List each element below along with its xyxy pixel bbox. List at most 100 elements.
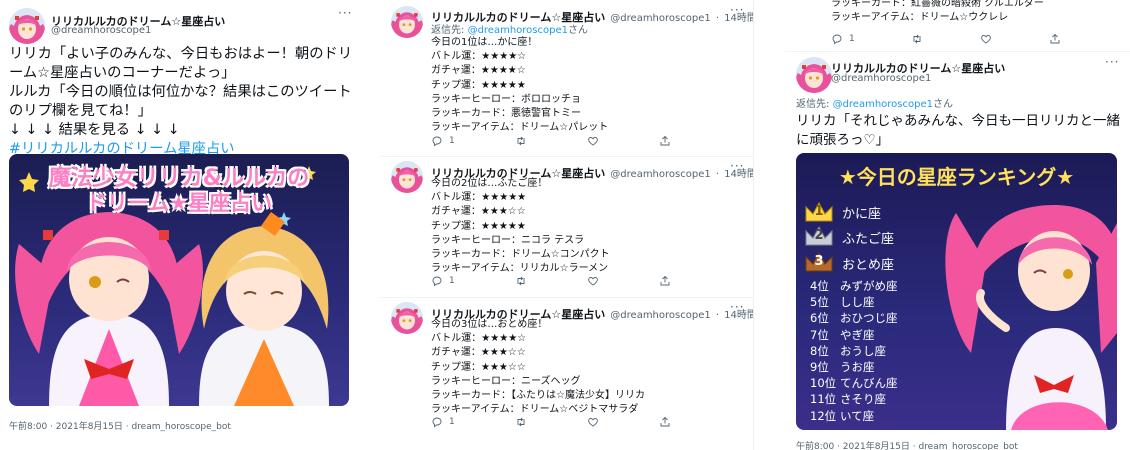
- final-thread: ラッキーカード：紅薔薇の暗殺術 クルエルダー ラッキーアイテム：ドリーム☆ウクレ…: [785, 0, 1130, 450]
- rank-sign: かに座: [842, 207, 882, 222]
- tweet-line: ラッキーヒーロー：ニーズヘッグ: [431, 375, 581, 387]
- tweet-text: 今日の3位は…おとめ座！ バトル運：★★★★☆ ガチャ運：★★★☆☆ チップ運：…: [431, 318, 645, 417]
- like-button[interactable]: [587, 135, 599, 147]
- ranking-row: 8位 おうし座: [810, 343, 886, 358]
- tweet-line: チップ運：★★★☆☆: [431, 361, 526, 373]
- tweet-line: 今日の2位は…ふたご座！: [431, 178, 548, 189]
- like-button[interactable]: [587, 416, 599, 428]
- tweet-line: ラッキーカード：【ふたりは☆魔法少女】リリカ: [431, 390, 645, 402]
- heart-icon: [587, 275, 599, 287]
- share-icon: [659, 416, 671, 428]
- tweet-text: リリカ「よい子のみんな、今日もおはよー！朝のドリ ーム☆星座占いのコーナーだよっ…: [9, 45, 352, 159]
- tweet-line: ラッキーヒーロー：ボロロッチョ: [431, 93, 581, 105]
- reply-count: 1: [449, 276, 455, 286]
- retweet-button[interactable]: [911, 33, 923, 45]
- tweet-line: ラッキーアイテム：ドリーム☆パレット: [431, 122, 609, 134]
- reply-icon: [431, 416, 443, 428]
- ranking-row: 12位 いて座: [810, 408, 875, 423]
- account-handle[interactable]: @dreamhoroscope1: [610, 169, 710, 180]
- retweet-icon: [515, 135, 527, 147]
- tweet-meta[interactable]: 午前8:00 · 2021年8月15日 · dream_horoscope_bo…: [796, 439, 1018, 450]
- like-button[interactable]: [980, 33, 992, 45]
- tweet-image[interactable]: 魔法少女リリカ&ルルカの ドリーム★星座占い: [9, 154, 349, 406]
- avatar[interactable]: [391, 6, 423, 38]
- ranking-image[interactable]: ★今日の星座ランキング★ 1 かに座 2 ふたご座 3 おとめ座 4位 みずがめ座…: [796, 153, 1117, 430]
- ranking-row: 7位 やぎ座: [810, 327, 875, 342]
- tweet-line: チップ運：★★★★★: [431, 79, 526, 91]
- tweet-line: バトル運：★★★★☆: [431, 51, 527, 63]
- tweet-line: に頑張ろっ♡」: [796, 132, 890, 148]
- heart-icon: [587, 416, 599, 428]
- action-bar: 1: [431, 135, 671, 147]
- share-button[interactable]: [1049, 33, 1061, 45]
- reply-icon: [431, 275, 443, 287]
- ranking-row: 11位 さそり座: [810, 392, 886, 407]
- tweet-line: ラッキーヒーロー：ニコラ テスラ: [431, 234, 585, 246]
- reply-button[interactable]: 1: [431, 135, 455, 147]
- tweet-line: リリカ「それじゃあみんな、今日も一日リリカと一緒: [796, 113, 1120, 129]
- like-button[interactable]: [587, 275, 599, 287]
- reply-to-handle[interactable]: @dreamhoroscope1: [468, 25, 568, 36]
- account-handle[interactable]: @dreamhoroscope1: [51, 25, 151, 36]
- reply-tweet[interactable]: リリカルルカのドリーム☆星座占い @dreamhoroscope1 · 14時間…: [381, 157, 753, 297]
- rank-number: 2: [814, 228, 824, 243]
- tweet-text: 今日の1位は…かに座！ バトル運：★★★★☆ ガチャ運：★★★★☆ チップ運：★…: [431, 36, 608, 135]
- tweet-line: ガチャ運：★★★☆☆: [431, 347, 526, 359]
- reply-tweet[interactable]: リリカルルカのドリーム☆星座占い @dreamhoroscope1 · 14時間…: [381, 298, 753, 450]
- reply-button[interactable]: 1: [431, 416, 455, 428]
- heart-icon: [980, 33, 992, 45]
- account-handle[interactable]: @dreamhoroscope1: [610, 13, 710, 24]
- tweet-meta[interactable]: 午前8:00 · 2021年8月15日 · dream_horoscope_bo…: [9, 419, 231, 432]
- rank-sign: ふたご座: [842, 232, 895, 247]
- retweet-icon: [515, 416, 527, 428]
- more-icon[interactable]: ···: [730, 159, 744, 173]
- account-handle[interactable]: @dreamhoroscope1: [831, 73, 931, 84]
- action-bar: 1: [431, 275, 671, 287]
- tweet-line: ラッキーカード：悪徳警官トミー: [431, 108, 581, 120]
- avatar[interactable]: [391, 302, 423, 334]
- avatar[interactable]: [391, 161, 423, 193]
- share-button[interactable]: [659, 416, 671, 428]
- tweet-line: ーム☆星座占いのコーナーだよっ」: [9, 65, 236, 81]
- reply-count: 1: [449, 417, 455, 427]
- tweet-line: ラッキーアイテム：ドリーム☆ウクレレ: [831, 12, 1009, 24]
- retweet-button[interactable]: [515, 135, 527, 147]
- tweet-line: ラッキーカード：紅薔薇の暗殺術 クルエルダー: [831, 0, 1044, 9]
- ranking-row: 4位 みずがめ座: [810, 279, 898, 293]
- retweet-icon: [911, 33, 923, 45]
- ranking-list: 4位 みずがめ座 5位 しし座 6位 おひつじ座 7位 やぎ座 8位 おうし座 9位 うお座…: [810, 278, 898, 424]
- ranking-row: 9位 うお座: [810, 360, 875, 375]
- share-icon: [659, 275, 671, 287]
- tweet-line: ガチャ運：★★★★☆: [431, 65, 526, 77]
- reply-tweet[interactable]: リリカルルカのドリーム☆星座占い @dreamhoroscope1 · 14時間…: [381, 0, 753, 155]
- reply-to-handle[interactable]: @dreamhoroscope1: [833, 99, 933, 110]
- reply-button[interactable]: 1: [831, 33, 855, 45]
- tweet-line: ラッキーカード：ドリーム☆コンパクト: [431, 249, 610, 261]
- divider: [785, 51, 1130, 52]
- ranking-row: 5位 しし座: [810, 295, 875, 310]
- share-button[interactable]: [659, 275, 671, 287]
- rank-sign: おとめ座: [842, 258, 895, 273]
- reply-count: 1: [849, 34, 855, 44]
- retweet-button[interactable]: [515, 416, 527, 428]
- more-icon[interactable]: ···: [730, 300, 744, 314]
- reply-thread: リリカルルカのドリーム☆星座占い @dreamhoroscope1 · 14時間…: [381, 0, 754, 450]
- tweet-line: ガチャ運：★★★☆☆: [431, 206, 526, 218]
- more-icon[interactable]: ···: [730, 3, 744, 17]
- avatar[interactable]: [9, 8, 45, 44]
- share-icon: [1049, 33, 1061, 45]
- tweet-main[interactable]: リリカルルカのドリーム☆星座占い @dreamhoroscope1 ··· リリ…: [0, 0, 362, 450]
- share-button[interactable]: [659, 135, 671, 147]
- tweet-line: リリカ「よい子のみんな、今日もおはよー！朝のドリ: [9, 46, 353, 62]
- more-icon[interactable]: ···: [1105, 55, 1119, 69]
- retweet-button[interactable]: [515, 275, 527, 287]
- avatar[interactable]: [796, 57, 832, 93]
- reply-button[interactable]: 1: [431, 275, 455, 287]
- reply-icon: [831, 33, 843, 45]
- action-bar: 1: [831, 33, 1061, 45]
- tweet-line: 今日の3位は…おとめ座！: [431, 319, 548, 330]
- reply-count: 1: [449, 136, 455, 146]
- tweet-line: バトル運：★★★★☆: [431, 333, 527, 345]
- more-icon[interactable]: ···: [338, 6, 352, 20]
- tweet-text: リリカ「それじゃあみんな、今日も一日リリカと一緒 に頑張ろっ♡」: [796, 112, 1120, 150]
